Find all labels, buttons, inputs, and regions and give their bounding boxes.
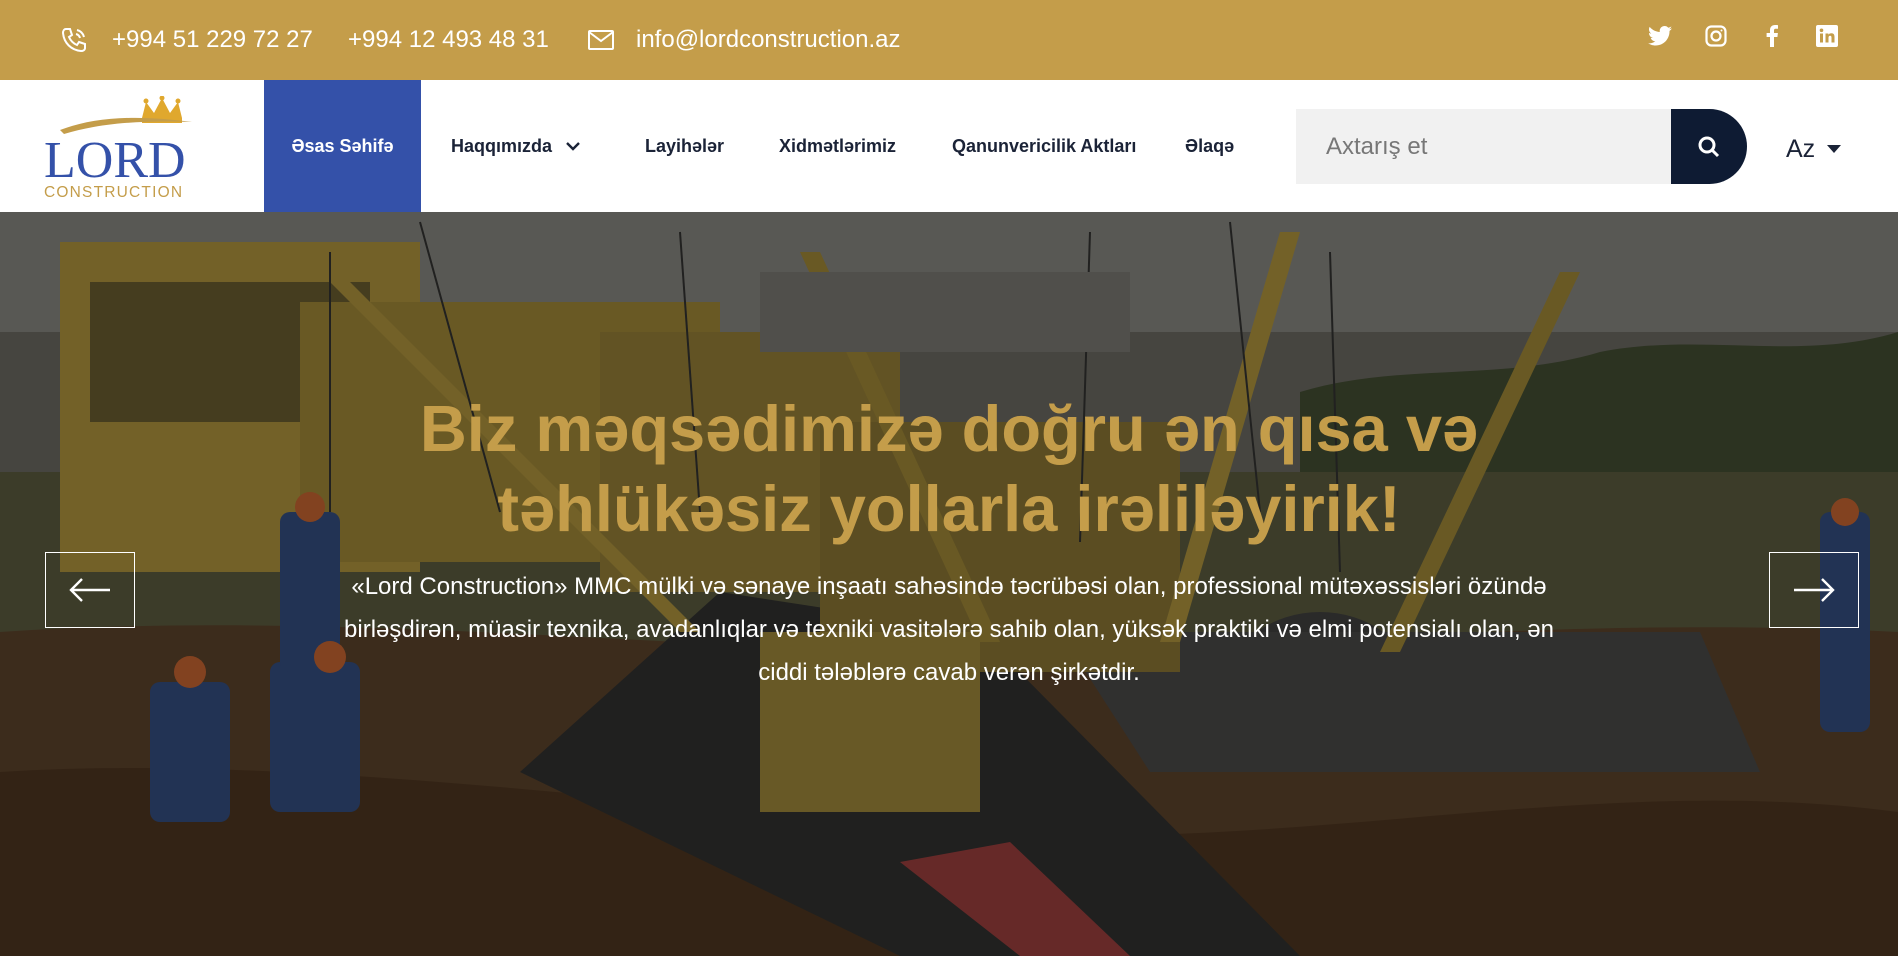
twitter-icon[interactable] xyxy=(1646,22,1674,50)
mail-icon xyxy=(588,30,614,50)
lord-construction-logo[interactable]: LORD CONSTRUCTION xyxy=(42,95,212,201)
svg-text:CONSTRUCTION: CONSTRUCTION xyxy=(44,184,183,200)
svg-text:LORD: LORD xyxy=(44,132,186,189)
linkedin-icon[interactable] xyxy=(1813,22,1841,50)
phone-icon xyxy=(60,26,88,54)
nav-projects-label[interactable]: Layihələr xyxy=(645,136,724,157)
arrow-left-icon xyxy=(68,577,112,603)
hero-title-line-1: Biz məqsədimizə doğru ən qısa və xyxy=(419,392,1479,465)
phone-contact[interactable]: +994 51 229 72 27 xyxy=(60,0,313,80)
caret-down-icon[interactable] xyxy=(1827,145,1842,153)
email-contact[interactable]: info@lordconstruction.az xyxy=(588,0,901,80)
search-icon xyxy=(1697,135,1721,159)
chevron-down-icon[interactable] xyxy=(566,141,580,151)
hero-slider: Biz məqsədimizə doğru ən qısa və təhlükə… xyxy=(0,212,1898,956)
nav-home-label[interactable]: Əsas Səhifə xyxy=(291,136,393,157)
phone-number-2[interactable]: +994 12 493 48 31 xyxy=(348,0,549,80)
hero-title-line-2: təhlükəsiz yollarla irəliləyirik! xyxy=(497,472,1401,545)
search-button[interactable] xyxy=(1671,109,1747,184)
email-address[interactable]: info@lordconstruction.az xyxy=(636,26,901,54)
nav-legislation-label[interactable]: Qanunvericilik Aktları xyxy=(952,136,1136,157)
facebook-icon[interactable] xyxy=(1758,22,1786,50)
search-input[interactable]: Axtarış et xyxy=(1296,109,1672,184)
language-current[interactable]: Az xyxy=(1786,135,1815,164)
nav-legislation[interactable]: Qanunvericilik Aktları xyxy=(952,80,1136,212)
nav-contact-label[interactable]: Əlaqə xyxy=(1185,136,1234,157)
hero-title: Biz məqsədimizə doğru ən qısa və təhlükə… xyxy=(349,389,1549,549)
hero-description: «Lord Construction» MMC mülki və sənaye … xyxy=(299,565,1599,694)
phone-number-1[interactable]: +994 51 229 72 27 xyxy=(112,26,313,54)
top-contact-bar: +994 51 229 72 27 +994 12 493 48 31 info… xyxy=(0,0,1898,80)
hero-text-line-3: ciddi tələblərə cavab verən şirkətdir. xyxy=(758,659,1140,686)
slider-next-button[interactable] xyxy=(1769,552,1859,628)
nav-projects[interactable]: Layihələr xyxy=(645,80,724,212)
nav-services[interactable]: Xidmətlərimiz xyxy=(779,80,896,212)
arrow-right-icon xyxy=(1792,577,1836,603)
nav-about[interactable]: Haqqımızda xyxy=(451,80,580,212)
nav-contact[interactable]: Əlaqə xyxy=(1185,80,1234,212)
slider-prev-button[interactable] xyxy=(45,552,135,628)
nav-about-label[interactable]: Haqqımızda xyxy=(451,136,552,157)
search-placeholder: Axtarış et xyxy=(1326,132,1428,160)
language-selector[interactable]: Az xyxy=(1786,132,1842,166)
nav-services-label[interactable]: Xidmətlərimiz xyxy=(779,136,896,157)
nav-home[interactable]: Əsas Səhifə xyxy=(264,80,421,212)
hero-text-line-1: «Lord Construction» MMC mülki və sənaye … xyxy=(351,573,1547,600)
hero-text-line-2: birləşdirən, müasir texnika, avadanlıqla… xyxy=(344,616,1554,643)
instagram-icon[interactable] xyxy=(1702,22,1730,50)
